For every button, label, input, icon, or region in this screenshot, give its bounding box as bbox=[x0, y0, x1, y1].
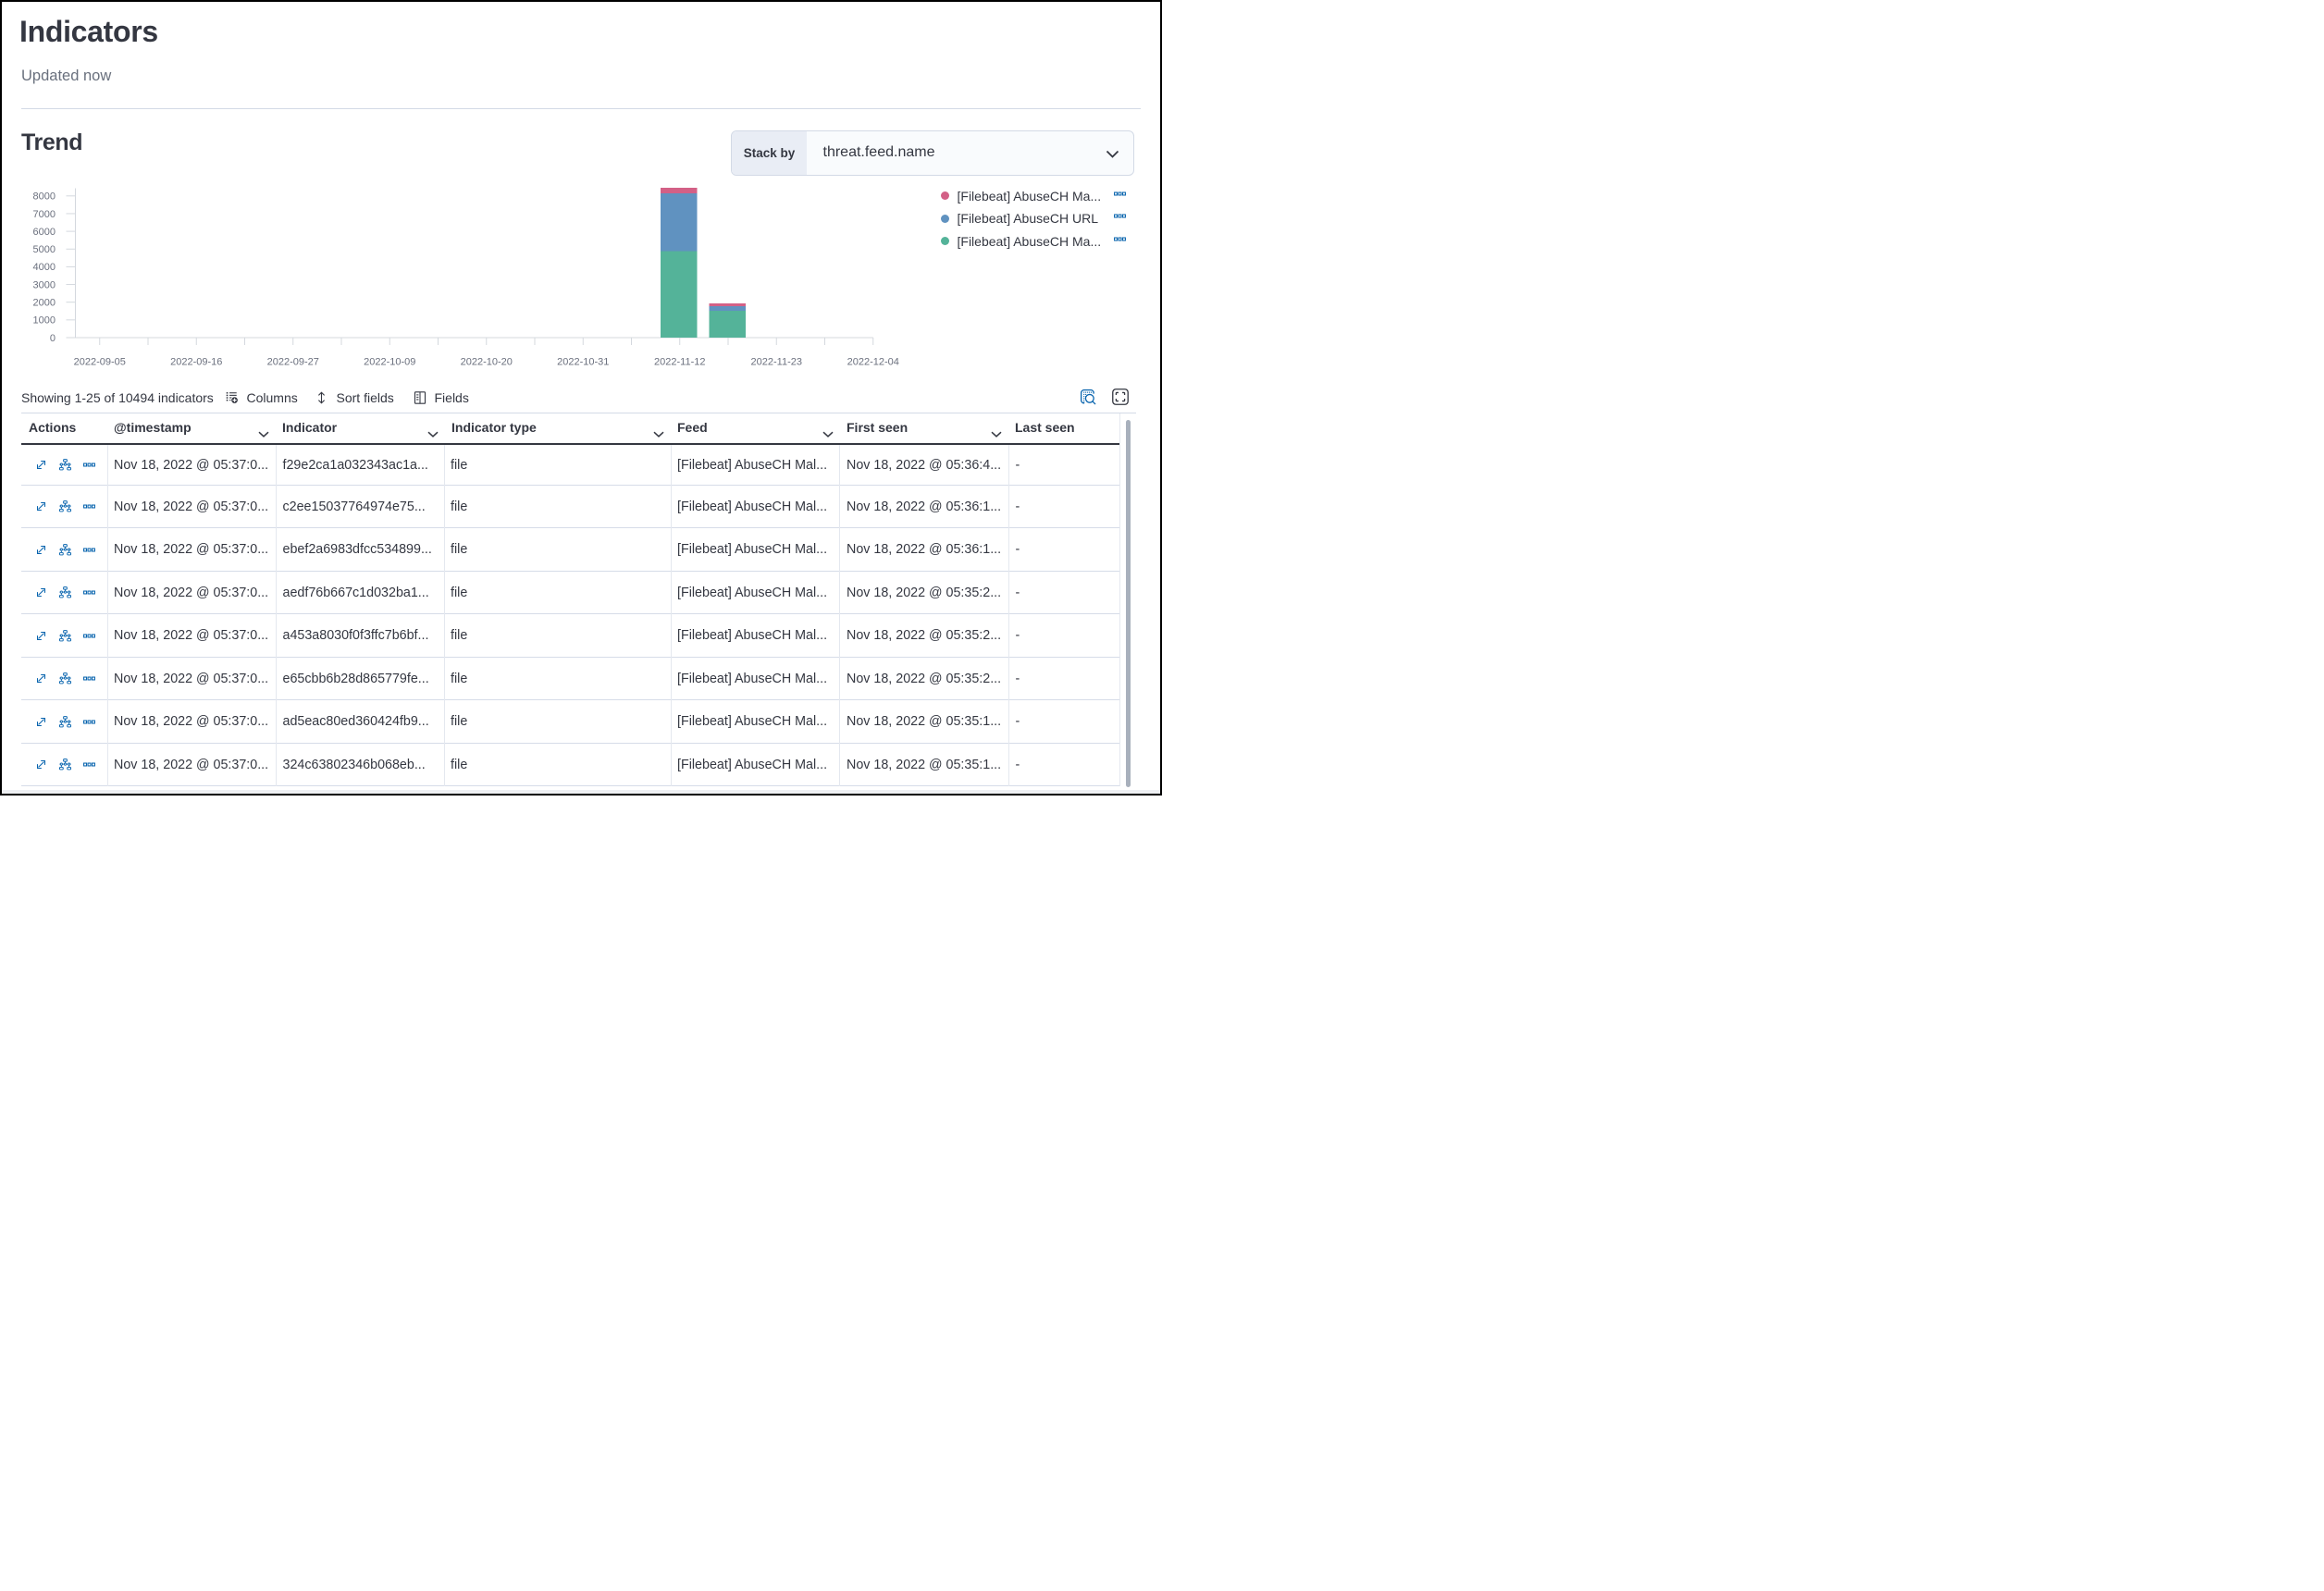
svg-text:2022-10-09: 2022-10-09 bbox=[364, 357, 415, 368]
svg-text:2000: 2000 bbox=[33, 298, 56, 309]
svg-text:2022-09-16: 2022-09-16 bbox=[170, 357, 222, 368]
svg-text:8000: 8000 bbox=[33, 191, 56, 203]
svg-text:2022-09-05: 2022-09-05 bbox=[74, 357, 126, 368]
svg-text:3000: 3000 bbox=[33, 279, 56, 290]
svg-text:2022-10-20: 2022-10-20 bbox=[461, 357, 513, 368]
svg-text:4000: 4000 bbox=[33, 262, 56, 273]
svg-text:6000: 6000 bbox=[33, 227, 56, 238]
svg-text:2022-11-23: 2022-11-23 bbox=[751, 357, 802, 368]
svg-text:2022-12-04: 2022-12-04 bbox=[847, 357, 899, 368]
svg-text:2022-09-27: 2022-09-27 bbox=[267, 357, 319, 368]
svg-text:2022-10-31: 2022-10-31 bbox=[557, 357, 609, 368]
svg-text:2022-11-12: 2022-11-12 bbox=[654, 357, 705, 368]
svg-text:1000: 1000 bbox=[33, 315, 56, 327]
svg-text:0: 0 bbox=[50, 333, 56, 344]
svg-text:7000: 7000 bbox=[33, 209, 56, 220]
svg-text:5000: 5000 bbox=[33, 244, 56, 255]
